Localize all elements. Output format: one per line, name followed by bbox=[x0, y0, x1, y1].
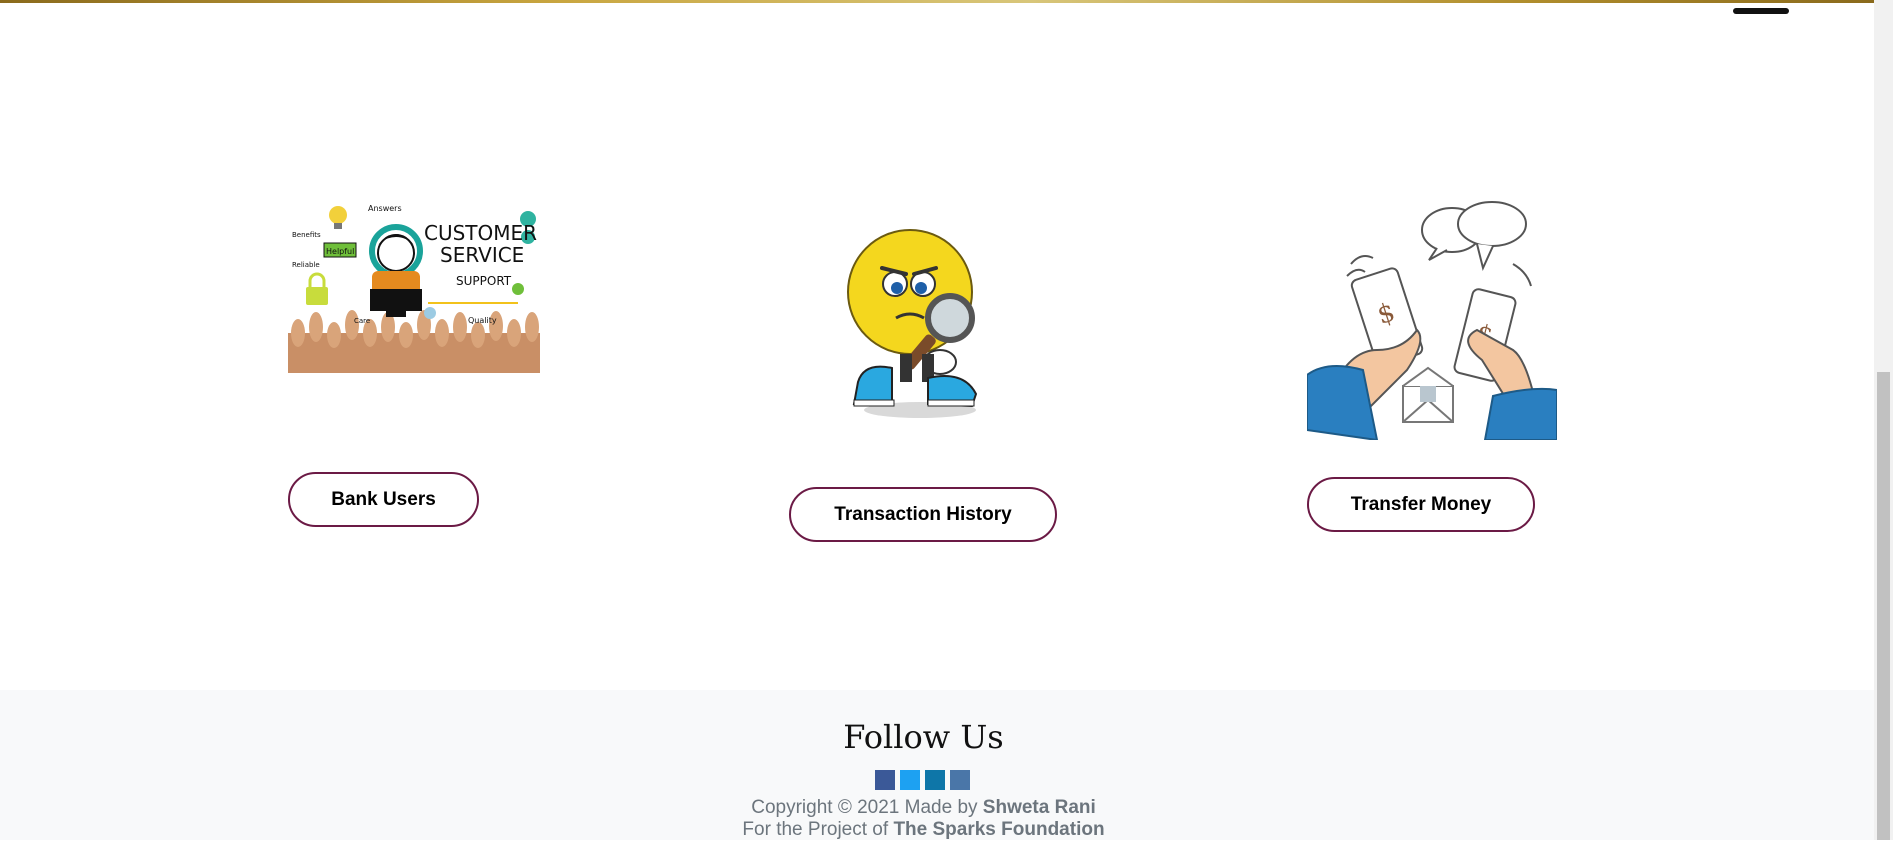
svg-text:Reliable: Reliable bbox=[292, 261, 320, 269]
svg-text:CUSTOMER: CUSTOMER bbox=[424, 221, 537, 245]
organization-name: The Sparks Foundation bbox=[893, 819, 1105, 840]
svg-text:Answers: Answers bbox=[368, 204, 402, 213]
scrollbar[interactable] bbox=[1874, 0, 1893, 840]
magnifier-emoji-image bbox=[847, 229, 978, 418]
transfer-money-image: $ $ bbox=[1307, 201, 1557, 440]
linkedin-icon[interactable] bbox=[925, 770, 945, 790]
bank-users-button[interactable]: Bank Users bbox=[288, 472, 479, 527]
social-links bbox=[875, 770, 970, 790]
follow-us-heading: Follow Us bbox=[843, 718, 1004, 756]
menu-toggle-icon[interactable] bbox=[1733, 8, 1789, 14]
tumblr-icon[interactable] bbox=[950, 770, 970, 790]
project-line: For the Project of The Sparks Foundation bbox=[0, 819, 1847, 841]
transfer-money-button[interactable]: Transfer Money bbox=[1307, 477, 1535, 532]
svg-text:Benefits: Benefits bbox=[292, 231, 321, 239]
svg-text:Helpful: Helpful bbox=[326, 247, 354, 256]
copyright-line: Copyright © 2021 Made by Shweta Rani bbox=[0, 797, 1847, 819]
svg-text:Quality: Quality bbox=[468, 316, 497, 325]
transaction-history-button[interactable]: Transaction History bbox=[789, 487, 1057, 542]
top-accent-bar bbox=[0, 0, 1874, 3]
copyright-text: Copyright © 2021 Made by bbox=[751, 797, 978, 818]
project-text: For the Project of bbox=[742, 819, 889, 840]
author-name: Shweta Rani bbox=[982, 797, 1096, 818]
scrollbar-thumb[interactable] bbox=[1877, 372, 1890, 840]
svg-text:SERVICE: SERVICE bbox=[440, 243, 524, 267]
twitter-icon[interactable] bbox=[900, 770, 920, 790]
customer-service-image: CUSTOMER SERVICE SUPPORT Answers Helpful… bbox=[288, 193, 540, 373]
svg-text:SUPPORT: SUPPORT bbox=[456, 274, 512, 288]
facebook-icon[interactable] bbox=[875, 770, 895, 790]
svg-text:Care: Care bbox=[354, 317, 370, 325]
